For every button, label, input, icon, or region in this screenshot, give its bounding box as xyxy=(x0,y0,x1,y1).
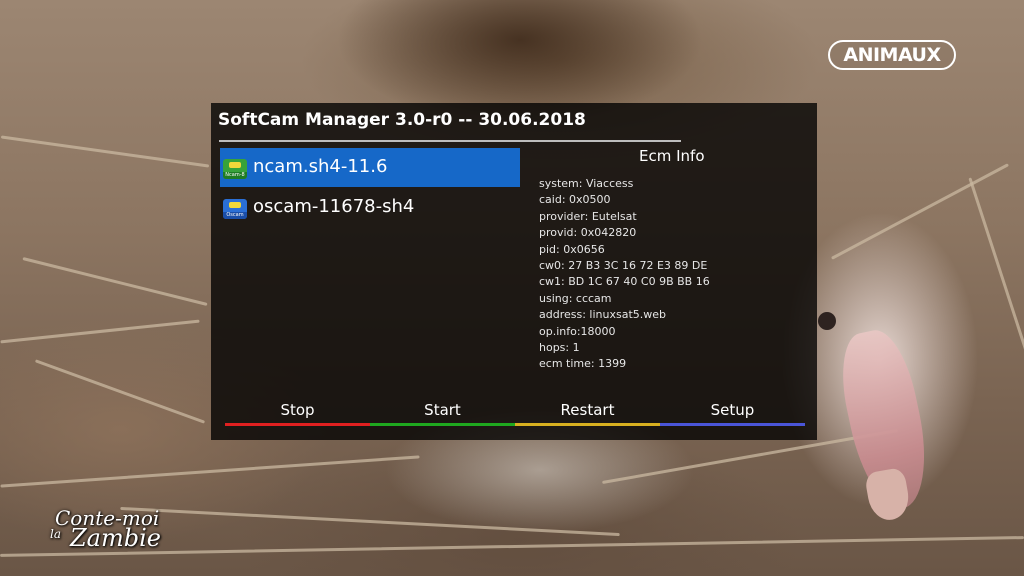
ecm-opinfo: op.info:18000 xyxy=(539,324,616,338)
softcam-item-oscam[interactable]: Oscam oscam-11678-sh4 xyxy=(220,188,520,227)
ecm-address: address: linuxsat5.web xyxy=(539,308,667,322)
title-divider xyxy=(219,140,681,142)
ecm-cw0: cw0: 27 B3 3C 16 72 E3 89 DE xyxy=(539,259,708,273)
color-key-bar: Stop Start Restart Setup xyxy=(225,400,805,426)
softcam-item-ncam[interactable]: Ncam-8 ncam.sh4-11.6 xyxy=(220,148,520,187)
ecm-cw1: cw1: BD 1C 67 40 C0 9B BB 16 xyxy=(539,275,710,289)
panel-title: SoftCam Manager 3.0-r0 -- 30.06.2018 xyxy=(218,110,586,130)
restart-button-label: Restart xyxy=(560,401,615,419)
ecm-using: using: cccam xyxy=(539,291,612,305)
ecm-system: system: Viaccess xyxy=(539,177,634,190)
ecm-info-list: system: Viaccess caid: 0x0500 provider: … xyxy=(539,176,710,373)
blue-key-bar xyxy=(660,423,805,426)
yellow-key-bar xyxy=(515,423,660,426)
softcam-item-label: ncam.sh4-11.6 xyxy=(253,156,388,177)
program-logo-line3: Zambie xyxy=(70,524,161,552)
oscam-icon: Oscam xyxy=(223,199,247,219)
channel-logo: ANIMAUX xyxy=(828,40,956,70)
green-start-button[interactable]: Start xyxy=(370,400,515,426)
green-key-bar xyxy=(370,423,515,426)
softcam-manager-panel: SoftCam Manager 3.0-r0 -- 30.06.2018 Nca… xyxy=(211,103,817,440)
ecm-pid: pid: 0x0656 xyxy=(539,242,605,256)
oscam-icon-text: Oscam xyxy=(223,212,247,219)
red-key-bar xyxy=(225,423,370,426)
red-stop-button[interactable]: Stop xyxy=(225,400,370,426)
ncam-icon: Ncam-8 xyxy=(223,159,247,179)
yellow-restart-button[interactable]: Restart xyxy=(515,400,660,426)
ecm-time: ecm time: 1399 xyxy=(539,357,627,371)
softcam-item-label: oscam-11678-sh4 xyxy=(253,196,415,217)
program-logo-line2: la xyxy=(50,527,61,541)
ecm-info-header: Ecm Info xyxy=(639,147,705,165)
stop-button-label: Stop xyxy=(280,401,315,419)
start-button-label: Start xyxy=(424,401,461,419)
ecm-hops: hops: 1 xyxy=(539,341,580,355)
ecm-provider: provider: Eutelsat xyxy=(539,209,637,223)
ncam-icon-text: Ncam-8 xyxy=(223,172,247,179)
blue-setup-button[interactable]: Setup xyxy=(660,400,805,426)
ecm-provid: provid: 0x042820 xyxy=(539,226,637,240)
setup-button-label: Setup xyxy=(710,401,755,419)
program-logo: Conte-moi la Zambie xyxy=(50,506,180,556)
ecm-caid: caid: 0x0500 xyxy=(539,193,611,207)
